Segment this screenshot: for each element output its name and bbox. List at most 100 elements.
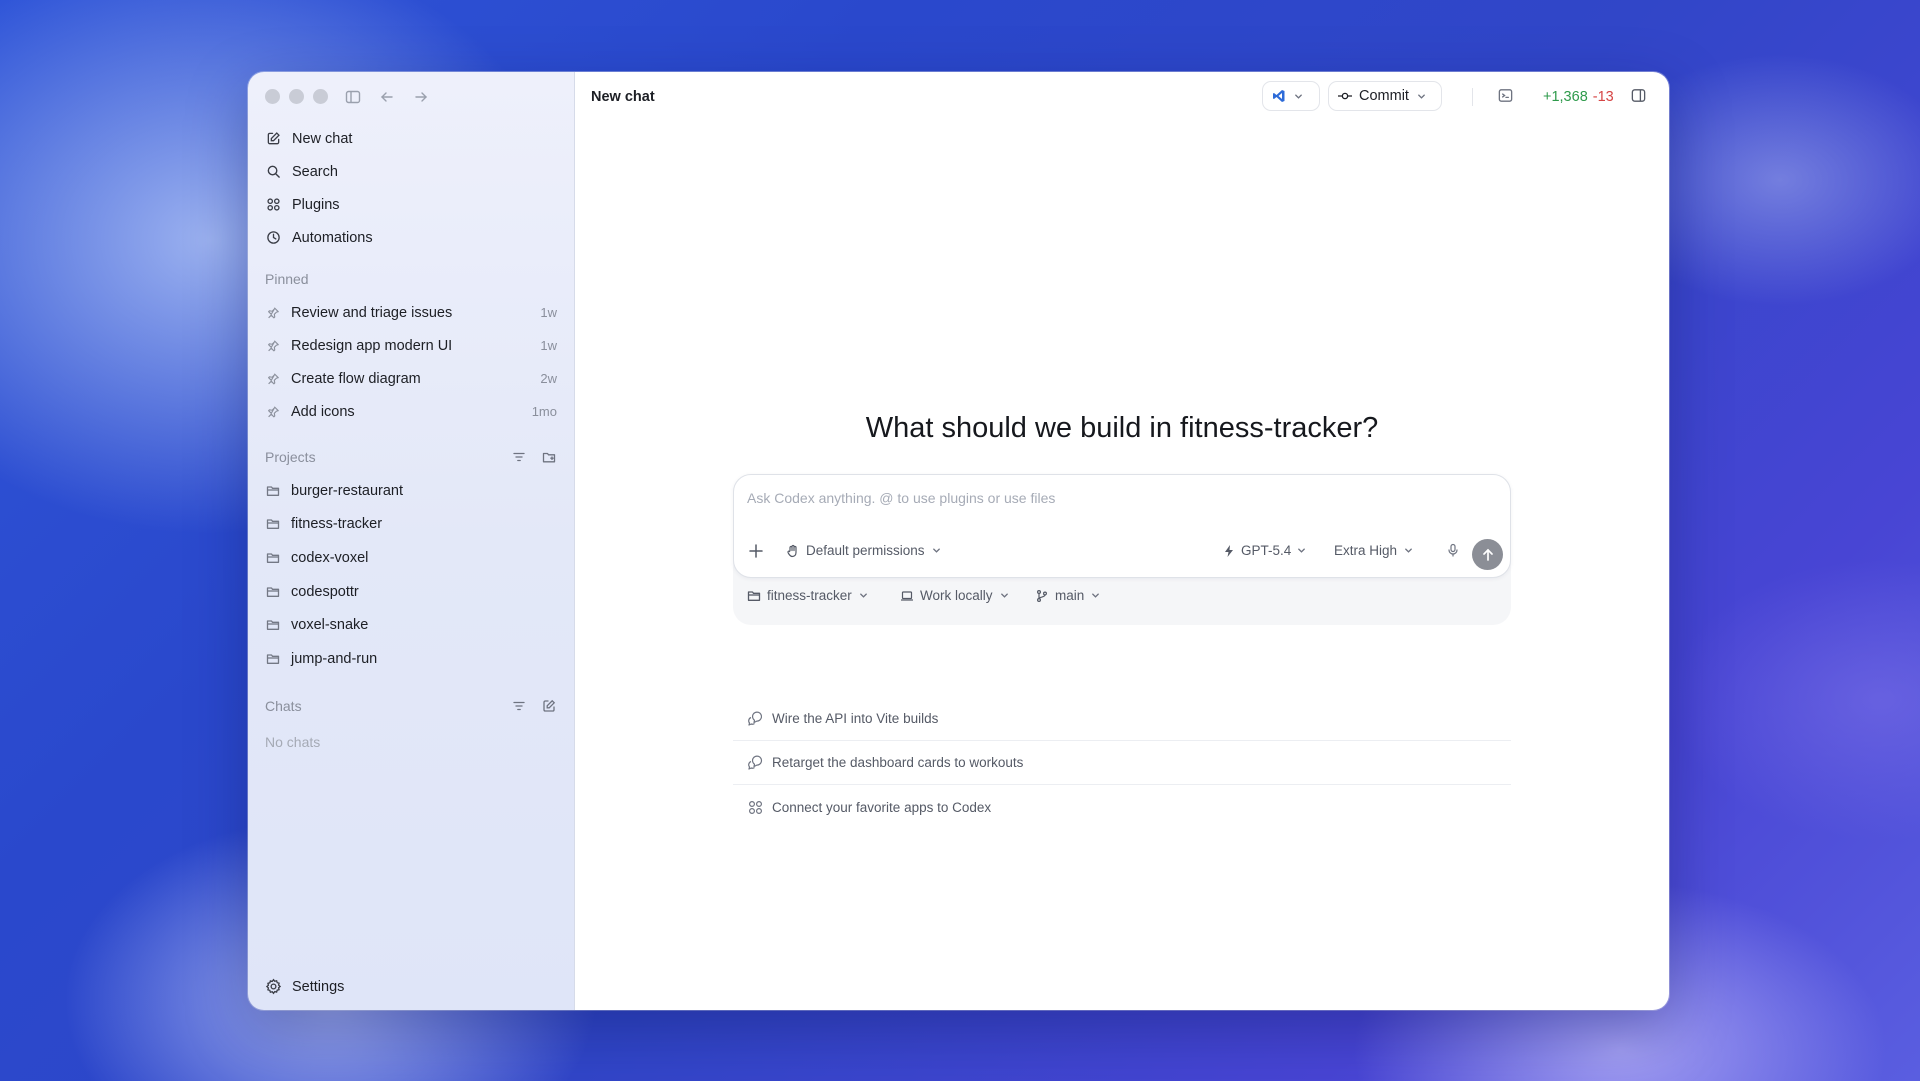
environment-selector[interactable]: Work locally: [900, 588, 1010, 603]
project-item[interactable]: fitness-tracker: [248, 508, 574, 542]
nav-plugins[interactable]: Plugins: [248, 188, 574, 221]
nav-automations[interactable]: Automations: [248, 221, 574, 254]
filter-icon[interactable]: [511, 449, 527, 465]
suggestions-list: Wire the API into Vite builds Retarget t…: [733, 697, 1511, 829]
pin-icon: [265, 305, 281, 321]
diff-added: +1,368: [1543, 89, 1588, 105]
grid-icon: [747, 799, 764, 816]
pinned-list: Review and triage issues 1w Redesign app…: [248, 296, 574, 428]
chevron-down-icon: [931, 545, 942, 556]
project-selector-label: fitness-tracker: [767, 588, 852, 603]
projects-list: burger-restaurant fitness-tracker codex-…: [248, 474, 574, 676]
folder-icon: [265, 483, 281, 499]
window-controls: [265, 89, 328, 104]
composer[interactable]: Ask Codex anything. @ to use plugins or …: [733, 474, 1511, 578]
reasoning-effort-dropdown[interactable]: Extra High: [1334, 543, 1414, 558]
project-label: codespottr: [291, 583, 359, 600]
diff-removed: -13: [1592, 89, 1614, 105]
pinned-item[interactable]: Create flow diagram 2w: [248, 362, 574, 395]
pinned-time: 1mo: [531, 404, 557, 419]
model-label: GPT-5.4: [1241, 543, 1292, 558]
settings-button[interactable]: Settings: [265, 978, 344, 996]
nav-label: Plugins: [292, 196, 340, 213]
project-label: burger-restaurant: [291, 482, 404, 499]
suggestion-item[interactable]: Wire the API into Vite builds: [733, 697, 1511, 741]
main-panel: New chat Commit +1,368 -13 What should w…: [575, 72, 1669, 1010]
compose-icon[interactable]: [541, 698, 557, 714]
commit-button[interactable]: Commit: [1328, 81, 1442, 111]
vscode-icon: [1272, 89, 1286, 103]
new-folder-icon[interactable]: [541, 449, 557, 465]
filter-icon[interactable]: [511, 698, 527, 714]
terminal-icon[interactable]: [1497, 87, 1515, 105]
sidebar-toggle-icon[interactable]: [344, 88, 362, 106]
project-label: voxel-snake: [291, 617, 369, 634]
nav-new-chat[interactable]: New chat: [248, 122, 574, 155]
project-item[interactable]: jump-and-run: [248, 642, 574, 676]
chevron-down-icon: [1416, 91, 1427, 102]
diff-stats[interactable]: +1,368 -13: [1543, 89, 1614, 105]
close-window-button[interactable]: [265, 89, 280, 104]
projects-header: Projects: [265, 447, 557, 467]
folder-icon: [265, 550, 281, 566]
project-item[interactable]: codex-voxel: [248, 541, 574, 575]
back-arrow-icon[interactable]: [378, 88, 396, 106]
suggestion-item[interactable]: Connect your favorite apps to Codex: [733, 785, 1511, 829]
page-title: New chat: [591, 89, 655, 105]
zoom-window-button[interactable]: [313, 89, 328, 104]
pinned-heading: Pinned: [265, 271, 309, 287]
pinned-label: Review and triage issues: [291, 304, 453, 321]
lightning-icon: [1222, 544, 1236, 558]
no-chats-text: No chats: [265, 734, 321, 750]
chat-bubbles-icon: [747, 710, 764, 727]
nav-search[interactable]: Search: [248, 155, 574, 188]
project-item[interactable]: codespottr: [248, 575, 574, 609]
pin-icon: [265, 371, 281, 387]
project-label: jump-and-run: [291, 650, 378, 667]
chevron-down-icon: [999, 590, 1010, 601]
pinned-time: 1w: [540, 338, 557, 353]
chevron-down-icon: [1293, 91, 1304, 102]
pin-icon: [265, 338, 281, 354]
send-button[interactable]: [1472, 539, 1503, 570]
prompt-input[interactable]: Ask Codex anything. @ to use plugins or …: [747, 490, 1055, 506]
pinned-item[interactable]: Redesign app modern UI 1w: [248, 329, 574, 362]
chats-heading: Chats: [265, 698, 302, 714]
model-dropdown[interactable]: GPT-5.4: [1222, 543, 1307, 558]
project-item[interactable]: burger-restaurant: [248, 474, 574, 508]
project-item[interactable]: voxel-snake: [248, 608, 574, 642]
microphone-icon[interactable]: [1446, 543, 1460, 557]
chats-header: Chats: [265, 696, 557, 716]
pinned-item[interactable]: Review and triage issues 1w: [248, 296, 574, 329]
chevron-down-icon: [1296, 545, 1307, 556]
hero-heading: What should we build in fitness-tracker?: [865, 412, 1379, 444]
branch-label: main: [1055, 588, 1085, 603]
settings-label: Settings: [292, 979, 345, 995]
sidebar-nav: New chat Search Plugins Automations: [248, 122, 574, 254]
project-label: fitness-tracker: [291, 516, 383, 533]
minimize-window-button[interactable]: [289, 89, 304, 104]
arrow-up-icon: [1480, 547, 1496, 563]
open-in-editor-button[interactable]: [1262, 81, 1320, 111]
nav-label: New chat: [292, 130, 353, 147]
commit-icon: [1338, 89, 1352, 103]
pin-icon: [265, 404, 281, 420]
pinned-label: Redesign app modern UI: [291, 337, 453, 354]
grid-icon: [265, 196, 282, 213]
add-attachment-icon[interactable]: [747, 541, 767, 561]
pinned-time: 2w: [540, 371, 557, 386]
environment-label: Work locally: [920, 588, 993, 603]
suggestion-item[interactable]: Retarget the dashboard cards to workouts: [733, 741, 1511, 785]
chevron-down-icon: [1090, 590, 1101, 601]
branch-selector[interactable]: main: [1035, 588, 1101, 603]
commit-label: Commit: [1359, 88, 1409, 104]
pinned-header: Pinned: [265, 269, 557, 289]
chevron-down-icon: [858, 590, 869, 601]
folder-icon: [265, 617, 281, 633]
sidebar: New chat Search Plugins Automations Pinn…: [248, 72, 575, 1010]
side-panel-icon[interactable]: [1630, 87, 1648, 105]
permissions-dropdown[interactable]: Default permissions: [786, 543, 942, 558]
forward-arrow-icon[interactable]: [412, 88, 430, 106]
project-selector[interactable]: fitness-tracker: [747, 588, 869, 603]
pinned-item[interactable]: Add icons 1mo: [248, 395, 574, 428]
